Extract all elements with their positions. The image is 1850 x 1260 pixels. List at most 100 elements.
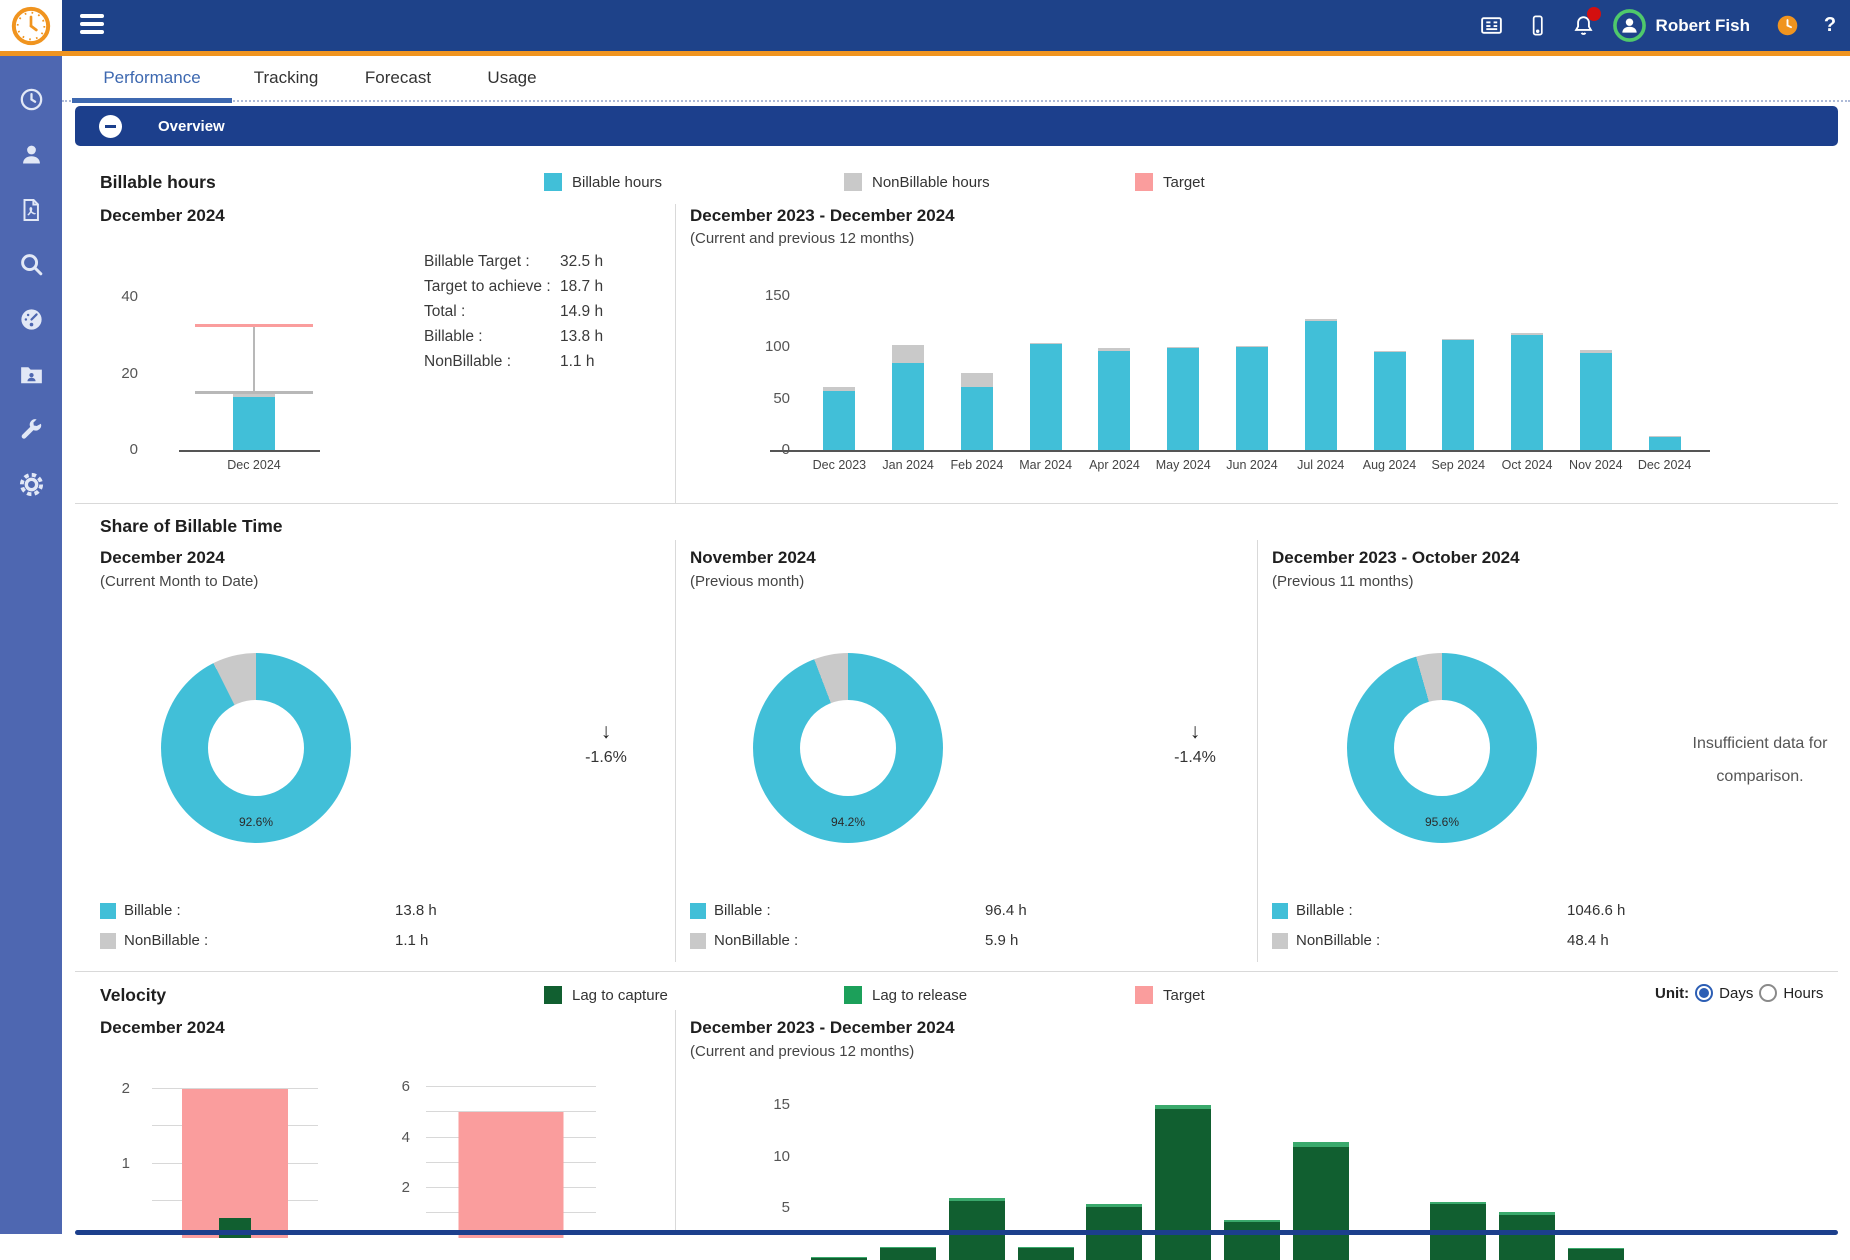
app-logo[interactable] <box>0 0 62 51</box>
legend-label-nonbillable: NonBillable hours <box>872 174 990 192</box>
next-panel-edge <box>75 1230 1838 1235</box>
sidebar-item-user-icon[interactable] <box>0 127 62 182</box>
billable-section-title: Billable hours <box>100 172 216 193</box>
axis-tick-label: 6 <box>365 1079 420 1095</box>
stacked-bar <box>1442 339 1474 450</box>
mobile-icon[interactable] <box>1515 0 1561 51</box>
bar-slot <box>1218 1095 1287 1260</box>
donut-hole <box>1394 700 1490 796</box>
stat-value: 18.7 h <box>560 275 603 299</box>
target-line <box>195 324 313 327</box>
clock-logo-icon <box>11 6 51 46</box>
bar-segment <box>1293 1147 1349 1260</box>
axis-month-label: Aug 2024 <box>1355 458 1424 472</box>
legend-label: Billable : <box>124 903 181 919</box>
billable-yearly-subtitle: (Current and previous 12 months) <box>690 230 914 247</box>
bar-slot <box>1630 275 1699 450</box>
menu-button[interactable] <box>80 14 106 36</box>
user-name: Robert Fish <box>1656 16 1750 36</box>
stacked-bar <box>1030 343 1062 450</box>
timer-history-icon[interactable] <box>1764 0 1810 51</box>
bar-segment <box>1030 344 1062 450</box>
bar-slot <box>1149 1095 1218 1260</box>
axis-month-label: Dec 2024 <box>195 458 313 472</box>
axis-tick-label: 10 <box>730 1149 800 1165</box>
unit-option-days[interactable]: Days <box>1719 985 1753 1002</box>
sidebar-item-dashboard-icon[interactable] <box>0 292 62 347</box>
stat-row: Billable Target :32.5 h <box>424 250 674 274</box>
unit-option-hours[interactable]: Hours <box>1783 985 1823 1002</box>
bar-slot <box>943 1095 1012 1260</box>
axis-tick-label: 15 <box>730 1097 800 1113</box>
bar-slot <box>1286 275 1355 450</box>
share-col1-title: December 2024 <box>100 548 225 568</box>
target-bar <box>459 1112 564 1238</box>
note-line: comparison. <box>1660 760 1850 793</box>
bar-slot <box>1561 1095 1630 1260</box>
legend-swatch-billable <box>1272 903 1288 919</box>
news-icon[interactable] <box>1469 0 1515 51</box>
unit-selector: Unit: Days Hours <box>1655 984 1823 1002</box>
unit-radio-days[interactable] <box>1695 984 1713 1002</box>
help-button[interactable]: ? <box>1810 14 1850 37</box>
sidebar-item-time-icon[interactable] <box>0 72 62 127</box>
target-bar <box>182 1089 288 1238</box>
collapse-icon[interactable] <box>99 115 122 138</box>
share-col2-change: ↓ -1.4% <box>1145 721 1245 767</box>
bar-slot <box>1630 1095 1699 1260</box>
bar-segment <box>233 397 275 450</box>
bar-segment <box>1224 1222 1280 1260</box>
bar-segment <box>823 391 855 450</box>
overview-panel-header[interactable]: Overview <box>75 106 1838 146</box>
bar-row <box>805 1095 1699 1260</box>
axis-month-label: Feb 2024 <box>943 458 1012 472</box>
x-axis-labels: Dec 2023Jan 2024Feb 2024Mar 2024Apr 2024… <box>805 458 1699 472</box>
sidebar-item-contacts-folder-icon[interactable] <box>0 347 62 402</box>
bar-segment <box>1568 1249 1624 1260</box>
stacked-bar <box>1568 1248 1624 1260</box>
sidebar-item-tools-icon[interactable] <box>0 402 62 457</box>
stat-row: Target to achieve :18.7 h <box>424 275 674 299</box>
legend-label-target: Target <box>1163 174 1205 192</box>
tab-forecast[interactable]: Forecast <box>340 55 456 101</box>
stacked-bar <box>1511 333 1543 450</box>
stacked-bar <box>1167 347 1199 450</box>
billable-yearly-title: December 2023 - December 2024 <box>690 206 955 226</box>
y-axis: 12 <box>95 1052 140 1238</box>
axis-tick-label: 1 <box>85 1156 140 1172</box>
axis-tick-label: 0 <box>93 442 148 458</box>
stacked-bar <box>961 373 993 450</box>
tab-usage[interactable]: Usage <box>456 55 568 101</box>
bar-segment <box>961 387 993 450</box>
sidebar-item-search-icon[interactable] <box>0 237 62 292</box>
tab-performance[interactable]: Performance <box>72 55 232 101</box>
velocity-monthly-chart <box>805 1095 1699 1260</box>
sidebar-item-settings-gear-icon[interactable] <box>0 457 62 512</box>
bar-slot <box>1286 1095 1355 1260</box>
bar-segment <box>892 363 924 451</box>
legend-swatch-billable <box>544 173 562 191</box>
axis-month-label: Nov 2024 <box>1561 458 1630 472</box>
value-bar <box>233 393 275 450</box>
bar-segment <box>1098 351 1130 450</box>
stat-label: NonBillable : <box>424 350 552 374</box>
tab-tracking[interactable]: Tracking <box>232 55 340 101</box>
sidebar-item-pdf-icon[interactable] <box>0 182 62 237</box>
share-col1-change: ↓ -1.6% <box>556 721 656 767</box>
stacked-bar <box>892 345 924 450</box>
note-line: Insufficient data for <box>1660 727 1850 760</box>
gridline <box>426 1086 596 1087</box>
unit-radio-hours[interactable] <box>1759 984 1777 1002</box>
stat-value: 14.9 h <box>560 300 603 324</box>
notifications-bell-icon[interactable] <box>1561 0 1607 51</box>
axis-tick-label: 150 <box>730 288 800 304</box>
legend-label-lag-release: Lag to release <box>872 987 967 1005</box>
bar-slot <box>1561 275 1630 450</box>
legend-value: 1.1 h <box>395 933 428 949</box>
axis-month-label: May 2024 <box>1149 458 1218 472</box>
bar-slot <box>1218 275 1287 450</box>
user-menu[interactable]: Robert Fish <box>1607 0 1764 51</box>
billable-current-title: December 2024 <box>100 206 225 226</box>
axis-tick-label: 2 <box>365 1180 420 1196</box>
stat-label: Total : <box>424 300 552 324</box>
